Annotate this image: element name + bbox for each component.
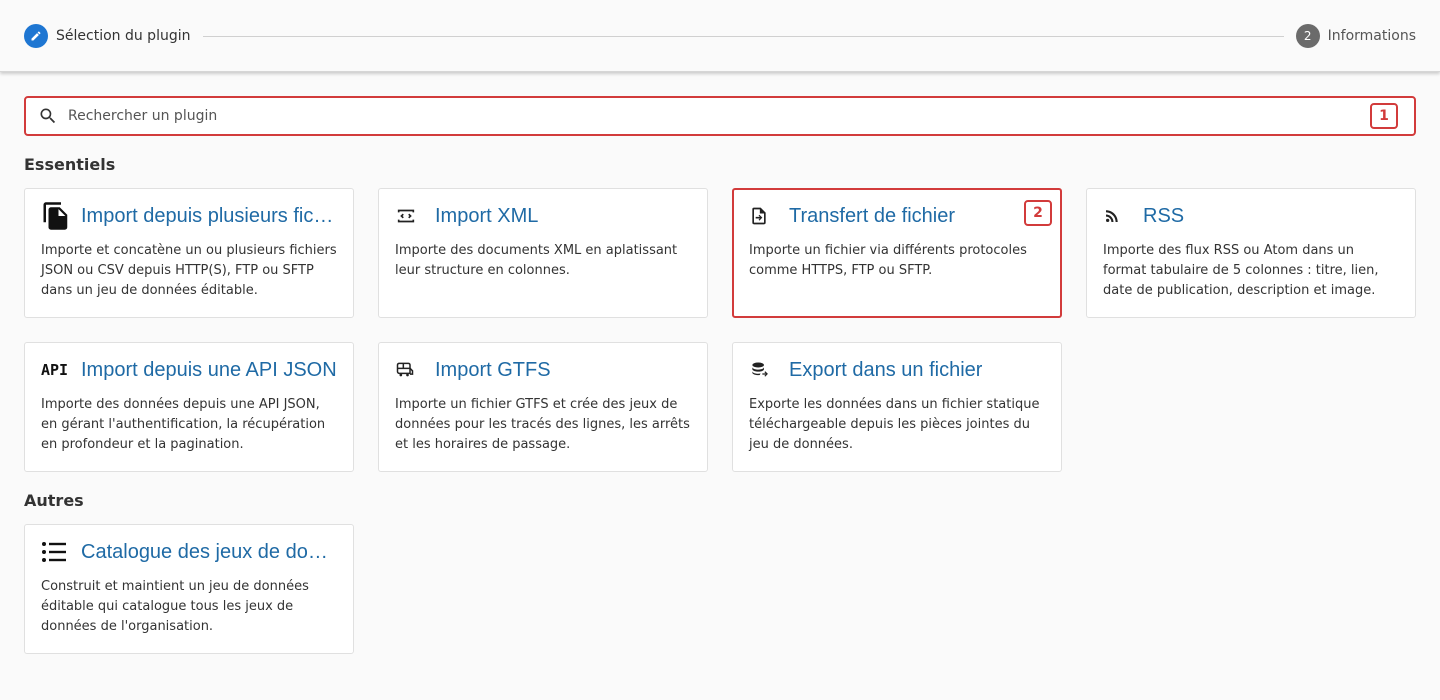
card-title[interactable]: Import GTFS <box>435 359 551 382</box>
card-description: Importe et concatène un ou plusieurs fic… <box>41 243 337 298</box>
card-description: Construit et maintient un jeu de données… <box>41 579 309 634</box>
card-title[interactable]: Import depuis une API JSON <box>81 359 337 382</box>
plugin-card-import-xml[interactable]: Import XML Importe des documents XML en … <box>378 188 708 318</box>
card-title[interactable]: Import depuis plusieurs fichiers <box>81 205 337 228</box>
section-title-essentiels: Essentiels <box>24 155 116 174</box>
api-icon: API <box>41 361 69 379</box>
search-icon <box>38 106 58 126</box>
stepper-divider <box>203 36 1284 37</box>
step-number: 2 <box>1295 24 1320 48</box>
search-input[interactable] <box>66 107 1270 125</box>
database-export-icon <box>749 355 781 385</box>
pencil-icon <box>24 24 48 48</box>
plugin-card-import-api-json[interactable]: API Import depuis une API JSON Importe d… <box>24 342 354 472</box>
plugin-card-file-transfer[interactable]: Transfert de fichier 2 Importe un fichie… <box>732 188 1062 318</box>
list-icon <box>41 537 73 567</box>
annotation-badge-2: 2 <box>1024 200 1052 226</box>
card-title[interactable]: RSS <box>1143 205 1184 228</box>
card-description: Importe des flux RSS ou Atom dans un for… <box>1103 243 1379 298</box>
file-transfer-icon <box>749 201 781 231</box>
rss-icon <box>1103 201 1135 231</box>
plugin-card-rss[interactable]: RSS Importe des flux RSS ou Atom dans un… <box>1086 188 1416 318</box>
card-description: Importe des documents XML en aplatissant… <box>395 243 678 278</box>
plugin-card-export-file[interactable]: Export dans un fichier Exporte les donné… <box>732 342 1062 472</box>
bus-icon <box>395 355 427 385</box>
step-selection[interactable]: Sélection du plugin <box>24 24 190 48</box>
step-informations-label: Informations <box>1327 28 1416 44</box>
step-informations[interactable]: 2 Informations <box>1295 24 1416 48</box>
section-title-autres: Autres <box>24 491 84 510</box>
card-description: Exporte les données dans un fichier stat… <box>749 397 1040 452</box>
stepper-header: Sélection du plugin 2 Informations <box>0 0 1440 72</box>
card-description: Importe un fichier via différents protoc… <box>749 243 1027 278</box>
file-copy-icon <box>41 201 73 231</box>
step-selection-label: Sélection du plugin <box>56 28 191 44</box>
xml-icon <box>395 201 427 231</box>
card-description: Importe des données depuis une API JSON,… <box>41 397 326 452</box>
card-description: Importe un fichier GTFS et crée des jeux… <box>395 397 690 452</box>
card-title[interactable]: Import XML <box>435 205 538 228</box>
card-title[interactable]: Export dans un fichier <box>789 359 982 382</box>
card-title[interactable]: Transfert de fichier <box>789 205 955 228</box>
plugin-card-import-gtfs[interactable]: Import GTFS Importe un fichier GTFS et c… <box>378 342 708 472</box>
plugin-card-import-multi-files[interactable]: Import depuis plusieurs fichiers Importe… <box>24 188 354 318</box>
plugin-card-catalogue[interactable]: Catalogue des jeux de données Construit … <box>24 524 354 654</box>
annotation-badge-1: 1 <box>1370 103 1398 129</box>
card-title[interactable]: Catalogue des jeux de données <box>81 541 337 564</box>
search-box[interactable]: 1 <box>24 96 1416 136</box>
